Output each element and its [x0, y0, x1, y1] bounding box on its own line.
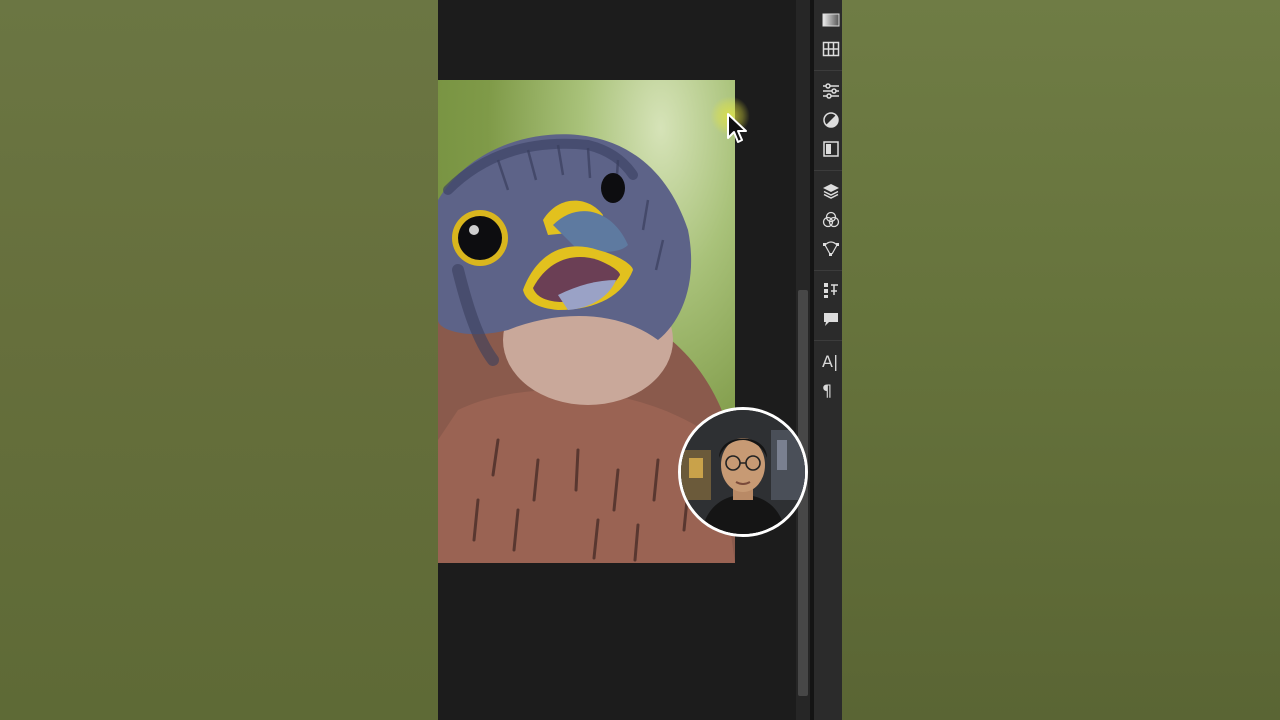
character-icon[interactable]: A| [822, 352, 842, 372]
collapsed-panels-strip: A| ¶ [814, 0, 842, 720]
blurred-background-right [842, 0, 1280, 720]
channels-icon[interactable] [822, 211, 842, 231]
half-circle-icon[interactable] [822, 111, 842, 131]
panel-group-divider [814, 340, 842, 341]
screen-recording: A| ¶ [438, 0, 842, 720]
webcam-overlay [678, 407, 808, 537]
properties-icon[interactable] [822, 281, 842, 301]
canvas-vertical-scrollbar[interactable] [796, 0, 810, 720]
sliders-icon[interactable] [822, 82, 842, 102]
blurred-background-left [0, 0, 438, 720]
gradient-icon[interactable] [822, 11, 842, 31]
grid-icon[interactable] [822, 40, 842, 60]
paths-icon[interactable] [822, 240, 842, 260]
panel-icon[interactable] [822, 140, 842, 160]
layers-icon[interactable] [822, 182, 842, 202]
panel-group-divider [814, 70, 842, 71]
panel-group-divider [814, 170, 842, 171]
document-canvas-area[interactable] [438, 0, 796, 720]
panel-group-divider [814, 270, 842, 271]
mouse-pointer-icon [727, 113, 747, 143]
comment-icon[interactable] [822, 310, 842, 330]
paragraph-icon[interactable]: ¶ [822, 381, 842, 401]
